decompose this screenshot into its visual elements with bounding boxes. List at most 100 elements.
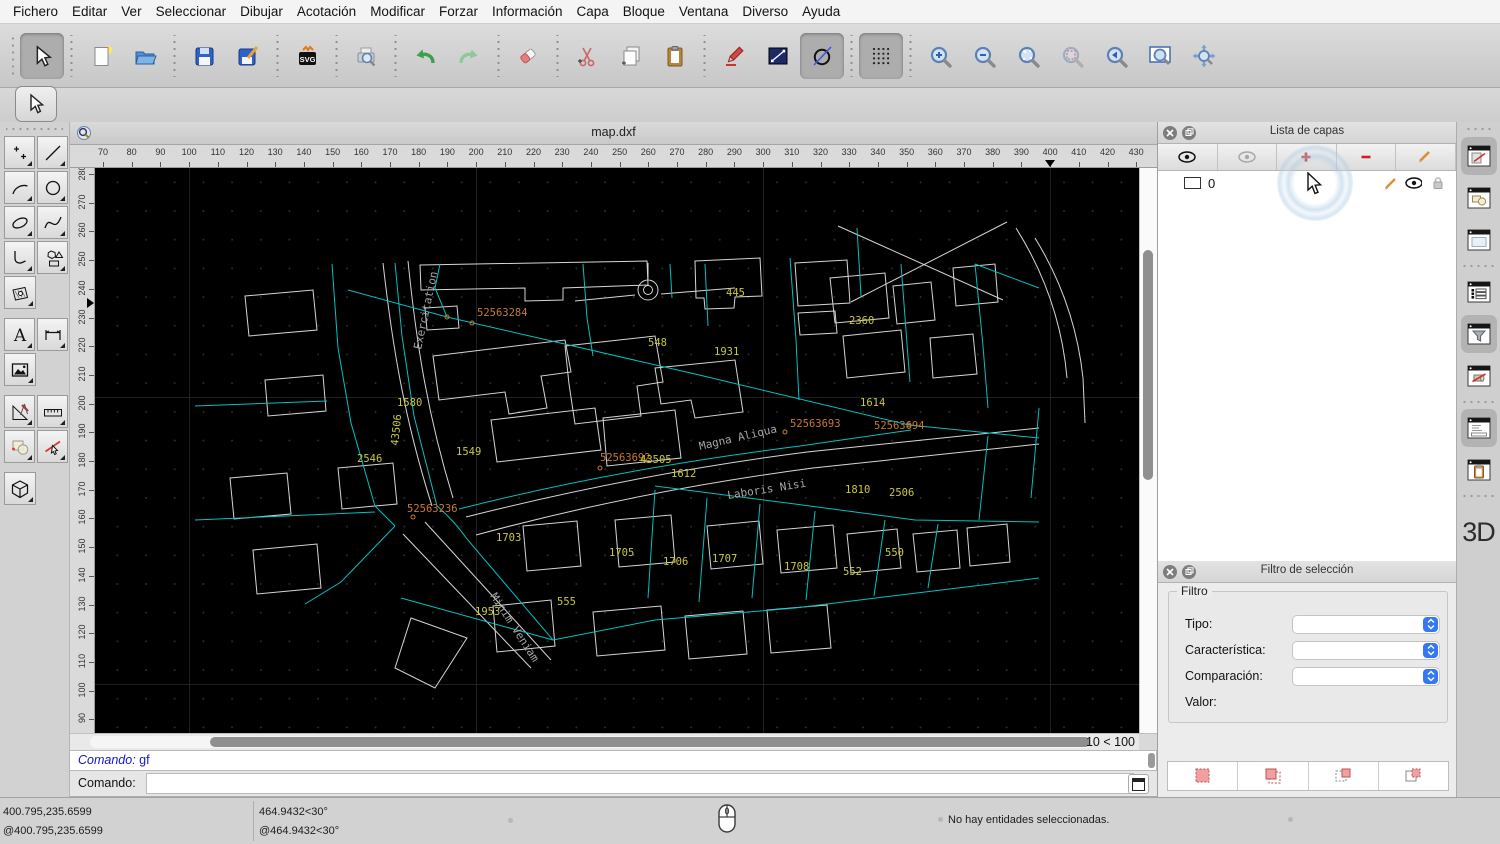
circle-tool-button[interactable] bbox=[37, 171, 68, 204]
save-as-button[interactable] bbox=[226, 33, 270, 79]
menu-forzar[interactable]: Forzar bbox=[439, 4, 478, 19]
zoom-out-button[interactable] bbox=[962, 33, 1006, 79]
menu-ayuda[interactable]: Ayuda bbox=[802, 4, 840, 19]
ruler-position-marker bbox=[87, 298, 94, 309]
filter-field-label: Característica: bbox=[1185, 643, 1266, 657]
layer-visible-icon[interactable] bbox=[1405, 177, 1422, 189]
open-file-button[interactable] bbox=[123, 33, 167, 79]
zoom-previous-button[interactable] bbox=[1094, 33, 1138, 79]
text-tool-button[interactable]: A bbox=[4, 318, 35, 351]
chevron-up-down-icon bbox=[1423, 642, 1438, 658]
menu-seleccionar[interactable]: Seleccionar bbox=[156, 4, 227, 19]
property-list-panel-button[interactable] bbox=[1461, 273, 1497, 311]
spline-tool-button[interactable] bbox=[37, 206, 68, 239]
dimension-tool-button[interactable] bbox=[37, 318, 68, 351]
boolean-tool-button[interactable] bbox=[4, 430, 35, 463]
polyline-tool-button[interactable] bbox=[4, 241, 35, 274]
menu-bloque[interactable]: Bloque bbox=[623, 4, 665, 19]
filter-comparison-select[interactable] bbox=[1292, 666, 1440, 686]
pen-toolbar-panel-button[interactable] bbox=[1461, 357, 1497, 395]
menu-fichero[interactable]: Fichero bbox=[13, 4, 58, 19]
show-all-layers-button[interactable] bbox=[1158, 144, 1218, 170]
circle-slash-button[interactable] bbox=[800, 32, 844, 79]
line-tool-button[interactable] bbox=[37, 136, 68, 169]
solid3d-tool-button[interactable] bbox=[4, 472, 36, 505]
vertical-scrollbar[interactable] bbox=[1139, 168, 1157, 733]
layer-row[interactable]: 0 bbox=[1158, 171, 1456, 195]
new-file-button[interactable] bbox=[79, 33, 123, 79]
svg-export-button[interactable]: SVG bbox=[285, 33, 329, 79]
filter-feature-select[interactable] bbox=[1292, 640, 1440, 660]
ruler-tick-label: 350 bbox=[899, 147, 915, 157]
copy-button[interactable] bbox=[609, 33, 653, 79]
image-tool-button[interactable] bbox=[4, 353, 36, 386]
block-list-panel-button[interactable] bbox=[1461, 179, 1497, 217]
menu-informacion[interactable]: Información bbox=[492, 4, 563, 19]
zoom-auto-button[interactable] bbox=[1006, 33, 1050, 79]
menu-capa[interactable]: Capa bbox=[577, 4, 609, 19]
save-button[interactable] bbox=[182, 33, 226, 79]
redo-button[interactable] bbox=[447, 33, 491, 79]
menu-diverso[interactable]: Diverso bbox=[742, 4, 788, 19]
filter-add-to-selection-button[interactable] bbox=[1238, 762, 1309, 790]
layer-edit-icon[interactable] bbox=[1384, 176, 1398, 190]
delete-entities-button[interactable] bbox=[506, 33, 550, 79]
ruler-tick-label: 130 bbox=[267, 147, 283, 157]
cut-button[interactable] bbox=[565, 33, 609, 79]
layer-lock-icon[interactable] bbox=[1432, 176, 1444, 190]
draw-pencil-button[interactable] bbox=[712, 33, 756, 79]
points-tool-button[interactable] bbox=[4, 136, 35, 169]
menu-ventana[interactable]: Ventana bbox=[679, 4, 729, 19]
shapes-tool-button[interactable] bbox=[37, 241, 68, 274]
horizontal-scrollbar-thumb[interactable] bbox=[210, 737, 1090, 747]
select-arrow-button[interactable] bbox=[20, 32, 64, 79]
zoom-window-button[interactable] bbox=[1138, 33, 1182, 79]
command-panel-toggle-button[interactable] bbox=[1128, 774, 1149, 794]
command-history-scrollbar[interactable] bbox=[1148, 753, 1155, 768]
undo-button[interactable] bbox=[403, 33, 447, 79]
drafting-tool-button[interactable] bbox=[4, 395, 35, 428]
zoom-in-button[interactable] bbox=[918, 33, 962, 79]
menu-acotacion[interactable]: Acotación bbox=[297, 4, 356, 19]
selection-tool-button[interactable] bbox=[15, 86, 57, 122]
edit-layer-button[interactable] bbox=[1396, 144, 1456, 170]
modify-tool-button[interactable] bbox=[37, 430, 68, 463]
hide-all-layers-button[interactable] bbox=[1218, 144, 1278, 170]
arc-tool-button[interactable] bbox=[4, 171, 35, 204]
clipboard-panel-button[interactable] bbox=[1461, 451, 1497, 489]
add-layer-button[interactable] bbox=[1277, 144, 1337, 170]
palette-drag-handle[interactable] bbox=[6, 125, 63, 133]
measure-tool-button[interactable] bbox=[37, 395, 68, 428]
menu-modificar[interactable]: Modificar bbox=[370, 4, 425, 19]
command-input[interactable] bbox=[146, 773, 1134, 794]
filter-type-select[interactable] bbox=[1292, 614, 1440, 634]
document-title-bar[interactable]: map.dxf bbox=[70, 122, 1157, 145]
menu-dibujar[interactable]: Dibujar bbox=[240, 4, 283, 19]
horizontal-scrollbar[interactable] bbox=[90, 736, 1092, 748]
paste-button[interactable] bbox=[653, 33, 697, 79]
hatch-tool-button[interactable] bbox=[4, 276, 36, 309]
zoom-pan-button[interactable] bbox=[1182, 33, 1226, 79]
line-tools-button[interactable] bbox=[756, 33, 800, 79]
filter-apply-new-button[interactable] bbox=[1168, 762, 1239, 790]
ruler-tick-label: 320 bbox=[812, 147, 829, 157]
dock-drag-handle[interactable] bbox=[1465, 126, 1492, 133]
menu-editar[interactable]: Editar bbox=[72, 4, 107, 19]
filter-remove-from-selection-button[interactable] bbox=[1309, 762, 1379, 790]
filter-intersect-selection-button[interactable] bbox=[1379, 762, 1448, 790]
remove-layer-button[interactable] bbox=[1337, 144, 1397, 170]
ellipse-tool-button[interactable] bbox=[4, 206, 35, 239]
chevron-up-down-icon bbox=[1423, 668, 1438, 684]
print-preview-button[interactable] bbox=[344, 33, 388, 79]
ruler-tick-label: 330 bbox=[841, 147, 857, 157]
ruler-tick-label: 280 bbox=[698, 147, 714, 157]
drawing-canvas[interactable]: 445 2360 548 1931 52563284 1580 1614 52563693 52… bbox=[95, 168, 1139, 733]
command-line-panel-button[interactable] bbox=[1460, 409, 1497, 447]
vertical-scrollbar-thumb[interactable] bbox=[1143, 250, 1153, 480]
svg-text:A: A bbox=[12, 326, 26, 346]
grid-toggle-button[interactable] bbox=[859, 32, 903, 79]
selection-filter-panel-button[interactable] bbox=[1460, 315, 1497, 353]
menu-ver[interactable]: Ver bbox=[121, 4, 141, 19]
library-browser-panel-button[interactable] bbox=[1461, 221, 1497, 259]
layer-list-panel-button[interactable] bbox=[1460, 137, 1497, 175]
